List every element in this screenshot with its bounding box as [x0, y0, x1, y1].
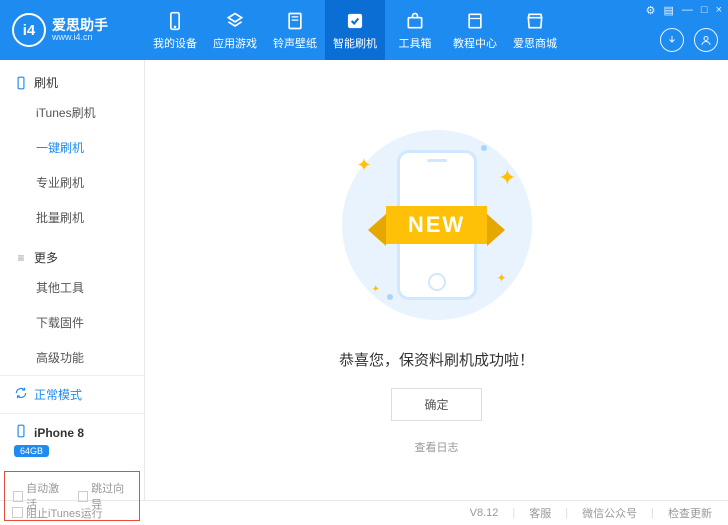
- main-nav: 我的设备 应用游戏 铃声壁纸 智能刷机 工具箱 教程中心 爱思商城: [145, 0, 565, 60]
- block-itunes-checkbox[interactable]: 阻止iTunes运行: [12, 505, 103, 521]
- phone-icon: [164, 10, 186, 32]
- support-link[interactable]: 客服: [525, 505, 555, 521]
- download-icon[interactable]: [660, 28, 684, 52]
- app-logo: i4 爱思助手 www.i4.cn: [0, 13, 145, 47]
- success-message: 恭喜您，保资料刷机成功啦！: [339, 349, 534, 370]
- book-icon: [464, 10, 486, 32]
- phone-icon: [14, 76, 28, 90]
- star-icon: ✦: [496, 271, 506, 285]
- nav-tutorials[interactable]: 教程中心: [445, 0, 505, 60]
- device-name: iPhone 8: [34, 426, 84, 440]
- sidebar-item-itunes-flash[interactable]: iTunes刷机: [0, 95, 144, 130]
- sidebar-item-download-fw[interactable]: 下载固件: [0, 305, 144, 340]
- app-url: www.i4.cn: [52, 32, 108, 42]
- sidebar-item-advanced[interactable]: 高级功能: [0, 340, 144, 375]
- settings-icon[interactable]: ⚙: [646, 4, 656, 17]
- menu-icon[interactable]: ▤: [664, 4, 674, 17]
- logo-icon: i4: [12, 13, 46, 47]
- main-content: ✦ ✦ ✦ ✦ NEW 恭喜您，保资料刷机成功啦！ 确定 查看日志: [145, 60, 728, 500]
- flash-icon: [344, 10, 366, 32]
- checkbox-label: 阻止iTunes运行: [26, 505, 103, 521]
- nav-my-device[interactable]: 我的设备: [145, 0, 205, 60]
- dot-icon: [387, 294, 393, 300]
- sidebar-item-pro-flash[interactable]: 专业刷机: [0, 165, 144, 200]
- dot-icon: [481, 145, 487, 151]
- nav-ringtones[interactable]: 铃声壁纸: [265, 0, 325, 60]
- section-title: 刷机: [34, 74, 58, 91]
- window-controls: ⚙ ▤ — □ ×: [646, 4, 722, 17]
- device-icon: [14, 424, 28, 441]
- nav-label: 智能刷机: [333, 35, 377, 51]
- star-icon: ✦: [498, 165, 516, 191]
- ribbon-text: NEW: [386, 206, 487, 244]
- device-info[interactable]: iPhone 8 64GB: [0, 414, 144, 467]
- nav-label: 应用游戏: [213, 35, 257, 51]
- update-link[interactable]: 检查更新: [664, 505, 716, 521]
- nav-label: 爱思商城: [513, 35, 557, 51]
- sidebar-section-flash: 刷机: [0, 60, 144, 95]
- apps-icon: [224, 10, 246, 32]
- sidebar-section-more: ≡ 更多: [0, 235, 144, 270]
- app-name: 爱思助手: [52, 18, 108, 32]
- section-title: 更多: [34, 249, 58, 266]
- sidebar-item-batch-flash[interactable]: 批量刷机: [0, 200, 144, 235]
- app-header: i4 爱思助手 www.i4.cn 我的设备 应用游戏 铃声壁纸 智能刷机 工具…: [0, 0, 728, 60]
- refresh-icon: [14, 386, 28, 403]
- storage-badge: 64GB: [14, 445, 49, 457]
- nav-label: 工具箱: [399, 35, 432, 51]
- nav-label: 教程中心: [453, 35, 497, 51]
- sidebar-item-other-tools[interactable]: 其他工具: [0, 270, 144, 305]
- nav-label: 我的设备: [153, 35, 197, 51]
- close-button[interactable]: ×: [716, 4, 722, 17]
- new-ribbon: NEW: [357, 201, 517, 249]
- nav-shop[interactable]: 爱思商城: [505, 0, 565, 60]
- maximize-button[interactable]: □: [701, 4, 708, 17]
- wechat-link[interactable]: 微信公众号: [578, 505, 641, 521]
- star-icon: ✦: [372, 284, 380, 295]
- list-icon: ≡: [14, 251, 28, 265]
- view-log-link[interactable]: 查看日志: [415, 439, 459, 455]
- confirm-button[interactable]: 确定: [391, 388, 481, 421]
- music-icon: [284, 10, 306, 32]
- version-text: V8.12: [466, 507, 503, 519]
- shop-icon: [524, 10, 546, 32]
- sidebar-item-oneclick-flash[interactable]: 一键刷机: [0, 130, 144, 165]
- nav-toolbox[interactable]: 工具箱: [385, 0, 445, 60]
- nav-apps[interactable]: 应用游戏: [205, 0, 265, 60]
- device-status[interactable]: 正常模式: [0, 376, 144, 414]
- user-icon[interactable]: [694, 28, 718, 52]
- minimize-button[interactable]: —: [682, 4, 693, 17]
- toolbox-icon: [404, 10, 426, 32]
- sidebar: 刷机 iTunes刷机 一键刷机 专业刷机 批量刷机 ≡ 更多 其他工具 下载固…: [0, 60, 145, 500]
- status-text: 正常模式: [34, 386, 82, 403]
- nav-flash[interactable]: 智能刷机: [325, 0, 385, 60]
- success-illustration: ✦ ✦ ✦ ✦ NEW: [337, 125, 537, 325]
- nav-label: 铃声壁纸: [273, 35, 317, 51]
- star-icon: ✦: [357, 155, 372, 176]
